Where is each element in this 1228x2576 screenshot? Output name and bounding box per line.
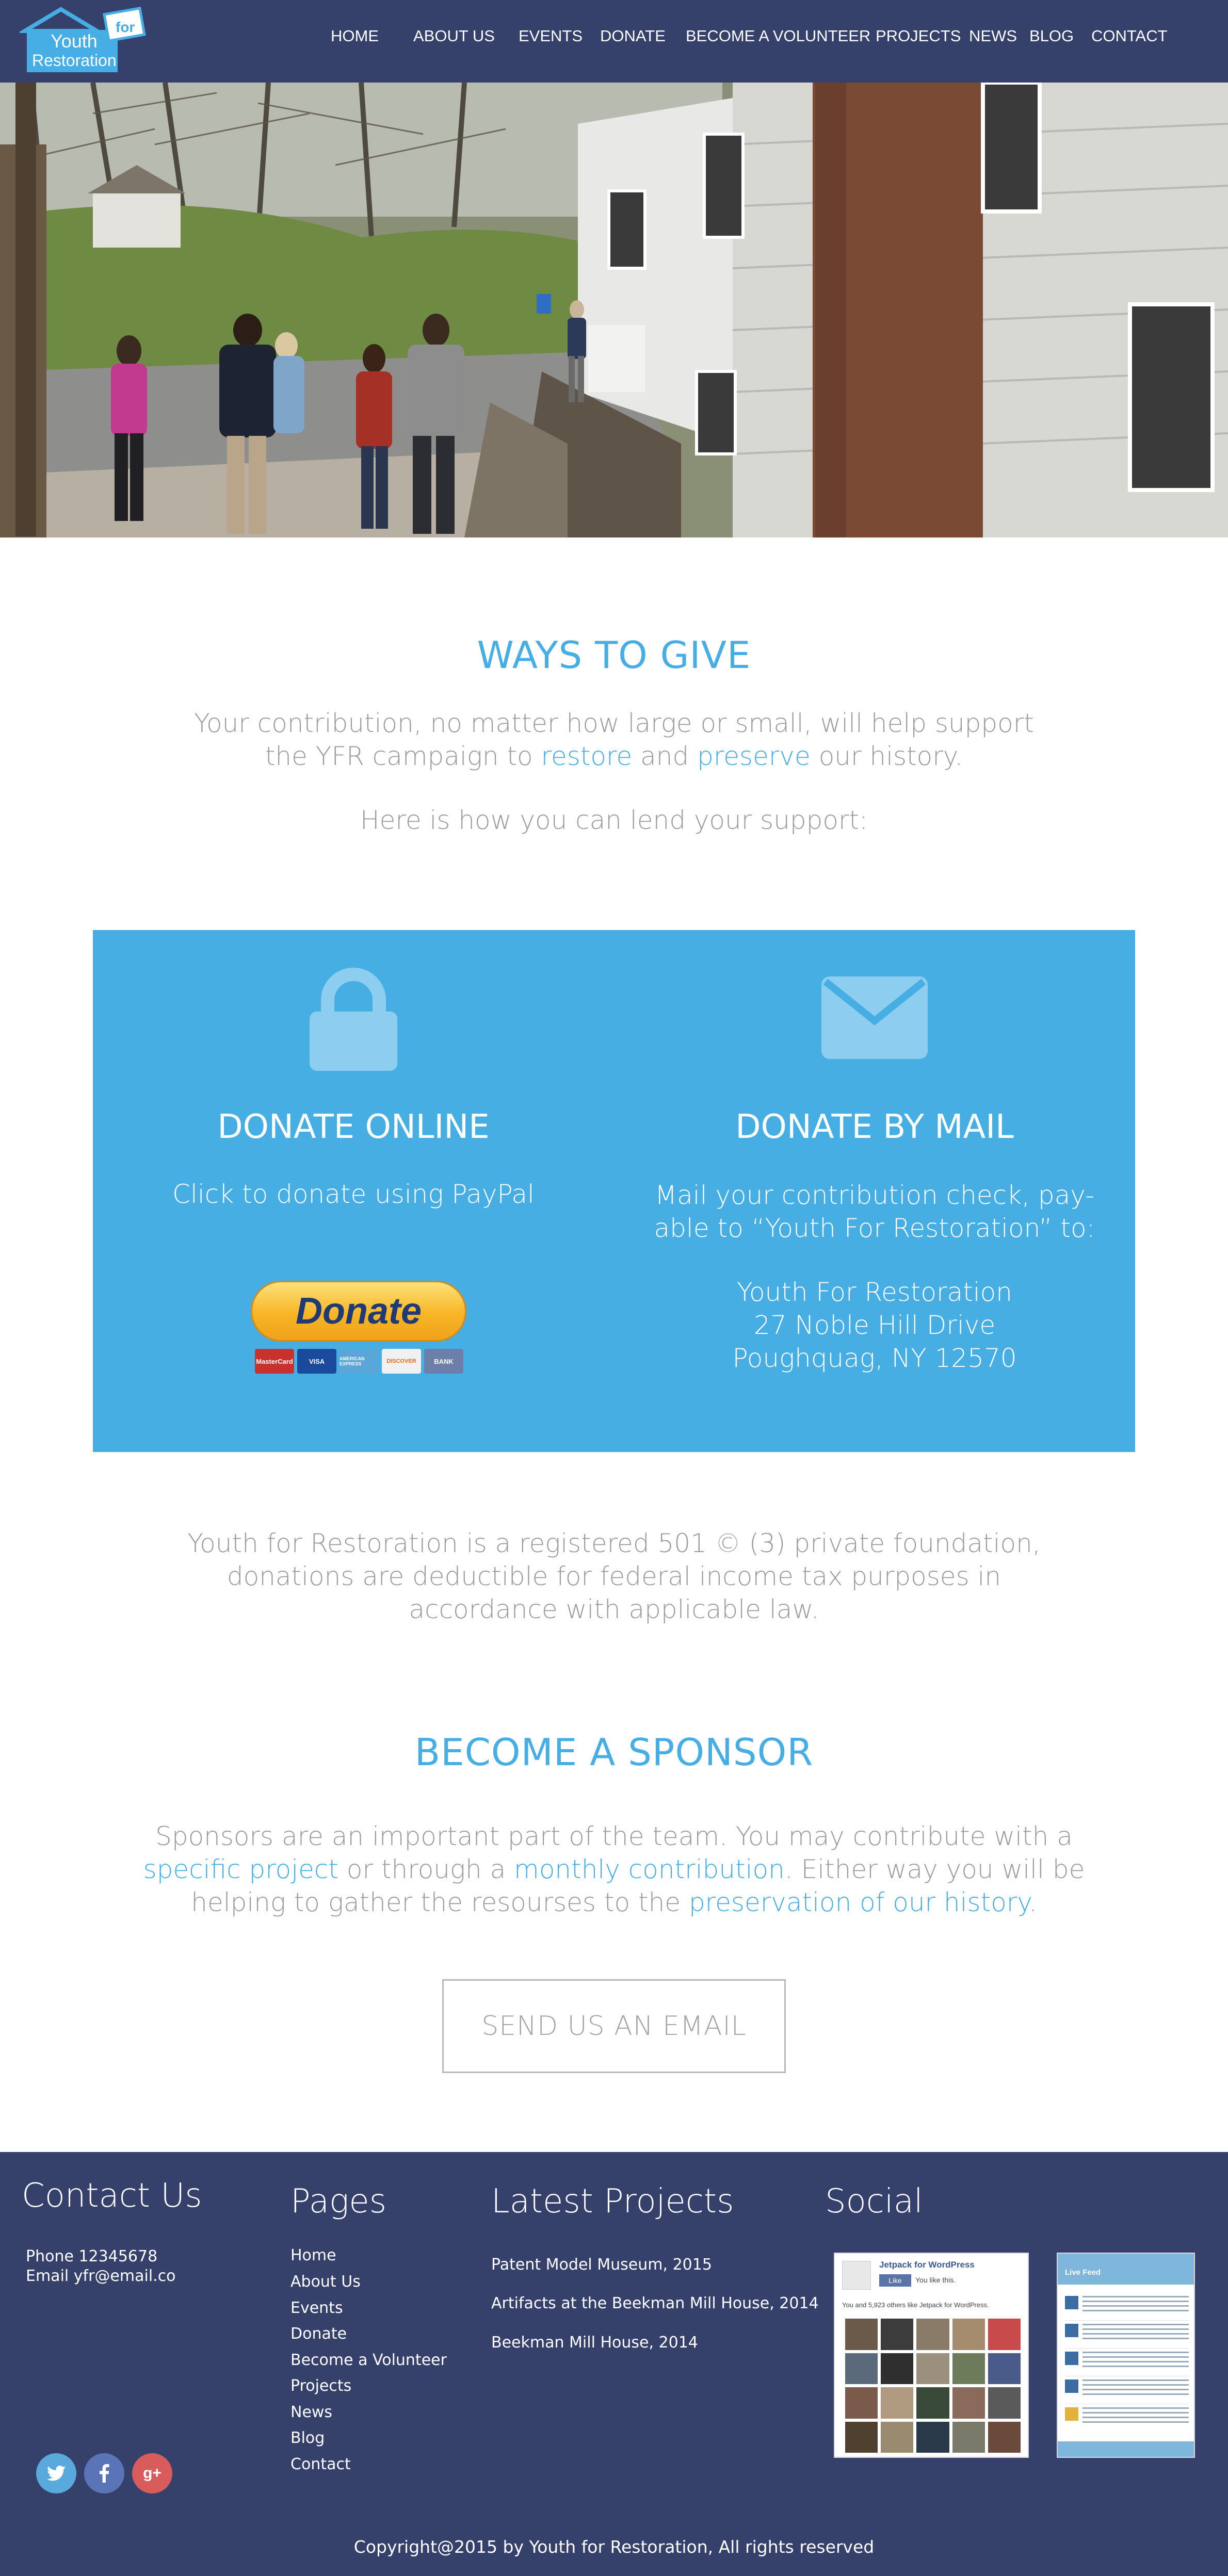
logo-text-restoration: Restoration (32, 51, 117, 70)
widget1-count: You and 5,923 others like Jetpack for Wo… (842, 2301, 989, 2309)
logo-text-for: for (116, 19, 135, 35)
lock-icon (93, 964, 614, 1072)
sponsor-line1: Sponsors are an important part of the te… (155, 1821, 1073, 1851)
feed-items (1065, 2293, 1189, 2442)
sponsor-text-through: or through a (346, 1854, 506, 1884)
footer-link-blog[interactable]: Blog (290, 2429, 325, 2447)
mail-address-street: 27 Noble Hill Drive (753, 1310, 996, 1340)
footer-link-donate[interactable]: Donate (290, 2325, 347, 2343)
mail-instructions-line1: Mail your contribution check, pay- (654, 1180, 1094, 1210)
ways-intro-end: our history. (818, 741, 963, 771)
nav-become-a-volunteer[interactable]: BECOME A VOLUNTEER (686, 27, 870, 45)
project-link-beekman-mill-house[interactable]: Beekman Mill House, 2014 (491, 2334, 698, 2352)
footer-link-about-us[interactable]: About Us (290, 2273, 361, 2291)
nav-events[interactable]: EVENTS (519, 27, 583, 45)
facebook-like-button[interactable]: Like (879, 2274, 911, 2287)
nav-blog[interactable]: BLOG (1029, 27, 1074, 45)
sponsor-text-period: . (1028, 1887, 1037, 1917)
tax-note-line3: accordance with applicable law. (409, 1594, 819, 1624)
nav-donate[interactable]: DONATE (600, 27, 666, 45)
contact-us-heading: Contact Us (22, 2177, 202, 2215)
social-heading: Social (825, 2182, 923, 2221)
amex-icon: AMERICAN EXPRESS (340, 1349, 379, 1374)
nav-contact[interactable]: CONTACT (1091, 27, 1168, 45)
nav-about-us[interactable]: ABOUT US (413, 27, 495, 45)
donation-panel: DONATE ONLINE Click to donate using PayP… (93, 930, 1135, 1452)
ways-intro-text: the YFR campaign to (265, 741, 533, 771)
site-logo[interactable]: Youth for Restoration (20, 6, 154, 73)
envelope-icon (614, 976, 1135, 1059)
donate-by-mail-column: DONATE BY MAIL Mail your contribution ch… (614, 930, 1135, 1452)
donate-online-text: Click to donate using PayPal (172, 1179, 535, 1209)
live-feed-title: Live Feed (1065, 2268, 1101, 2277)
footer-link-contact[interactable]: Contact (290, 2455, 351, 2473)
mail-instructions-line2: able to “Youth For Restoration” to: (654, 1213, 1095, 1243)
footer-link-become-a-volunteer[interactable]: Become a Volunteer (290, 2351, 447, 2369)
paypal-donate-label: Donate (295, 1291, 422, 1332)
project-link-patent-model-museum[interactable]: Patent Model Museum, 2015 (491, 2256, 712, 2274)
sponsor-text-either: . Either way you will be (784, 1854, 1085, 1884)
live-feed-header: Live Feed (1058, 2254, 1194, 2285)
facebook-icon[interactable] (84, 2453, 124, 2493)
preserve-link[interactable]: preserve (697, 741, 811, 771)
feed-footer (1058, 2441, 1194, 2457)
tax-note-line1: Youth for Restoration is a registered 50… (187, 1528, 1041, 1558)
monthly-contribution-link[interactable]: monthly contribution (514, 1854, 785, 1884)
footer-link-home[interactable]: Home (290, 2246, 336, 2264)
widget1-title: Jetpack for WordPress (879, 2260, 975, 2270)
donate-online-title: DONATE ONLINE (217, 1108, 490, 1146)
become-a-sponsor-title: BECOME A SPONSOR (414, 1731, 814, 1774)
pages-heading: Pages (290, 2182, 387, 2221)
mastercard-icon: MasterCard (255, 1349, 294, 1374)
support-line: Here is how you can lend your support: (360, 805, 868, 835)
contact-email[interactable]: Email yfr@email.co (26, 2267, 176, 2285)
ways-intro-and: and (640, 741, 689, 771)
bank-icon: BANK (424, 1349, 463, 1374)
hero-image (0, 83, 1228, 537)
footer-link-news[interactable]: News (290, 2403, 332, 2421)
donate-by-mail-title: DONATE BY MAIL (735, 1108, 1014, 1146)
sponsor-line3: helping to gather the resourses to the p… (0, 1886, 1228, 1919)
visa-icon: VISA (297, 1349, 336, 1374)
mail-address-name: Youth For Restoration (737, 1277, 1012, 1307)
preservation-link[interactable]: preservation of our history (689, 1887, 1029, 1917)
donate-online-column: DONATE ONLINE Click to donate using PayP… (93, 930, 614, 1452)
restore-link[interactable]: restore (541, 741, 633, 771)
nav-news[interactable]: NEWS (969, 27, 1017, 45)
nav-home[interactable]: HOME (331, 27, 379, 45)
twitter-feed-widget[interactable]: Live Feed (1057, 2253, 1195, 2458)
logo-text-youth: Youth (51, 30, 98, 52)
paypal-donate-button[interactable]: Donate (251, 1281, 466, 1342)
specific-project-link[interactable]: specific project (143, 1854, 338, 1884)
ways-intro-line2: the YFR campaign to restore and preserve… (0, 740, 1228, 773)
tax-note-line2: donations are deductible for federal inc… (227, 1561, 1001, 1591)
contact-phone: Phone 12345678 (26, 2247, 158, 2265)
latest-projects-heading: Latest Projects (491, 2182, 734, 2221)
fan-avatar-grid (845, 2319, 1021, 2453)
send-email-label: SEND US AN EMAIL (481, 2011, 747, 2042)
payment-cards: MasterCard VISA AMERICAN EXPRESS DISCOVE… (255, 1349, 463, 1374)
sponsor-text-gather: helping to gather the resourses to the (191, 1887, 681, 1917)
google-plus-icon[interactable]: g+ (132, 2453, 172, 2493)
jetpack-logo-icon (842, 2261, 871, 2290)
nav-projects[interactable]: PROJECTS (876, 27, 961, 45)
widget1-like-text: You like this. (915, 2276, 956, 2284)
mail-address-city: Poughquag, NY 12570 (732, 1343, 1017, 1373)
ways-intro-line1: Your contribution, no matter how large o… (194, 708, 1034, 738)
footer-link-events[interactable]: Events (290, 2299, 343, 2317)
sponsor-line2: specific project or through a monthly co… (0, 1853, 1228, 1886)
discover-icon: DISCOVER (382, 1349, 421, 1374)
facebook-like-widget[interactable]: Jetpack for WordPress Like You like this… (834, 2253, 1029, 2458)
project-link-artifacts-beekman[interactable]: Artifacts at the Beekman Mill House, 201… (491, 2294, 819, 2312)
top-navbar: Youth for Restoration HOME ABOUT US EVEN… (0, 0, 1228, 83)
send-email-button[interactable]: SEND US AN EMAIL (442, 1979, 786, 2073)
ways-to-give-title: WAYS TO GIVE (477, 633, 751, 677)
twitter-icon[interactable] (36, 2453, 76, 2493)
footer-link-projects[interactable]: Projects (290, 2377, 351, 2395)
copyright: Copyright@2015 by Youth for Restoration,… (353, 2537, 875, 2557)
